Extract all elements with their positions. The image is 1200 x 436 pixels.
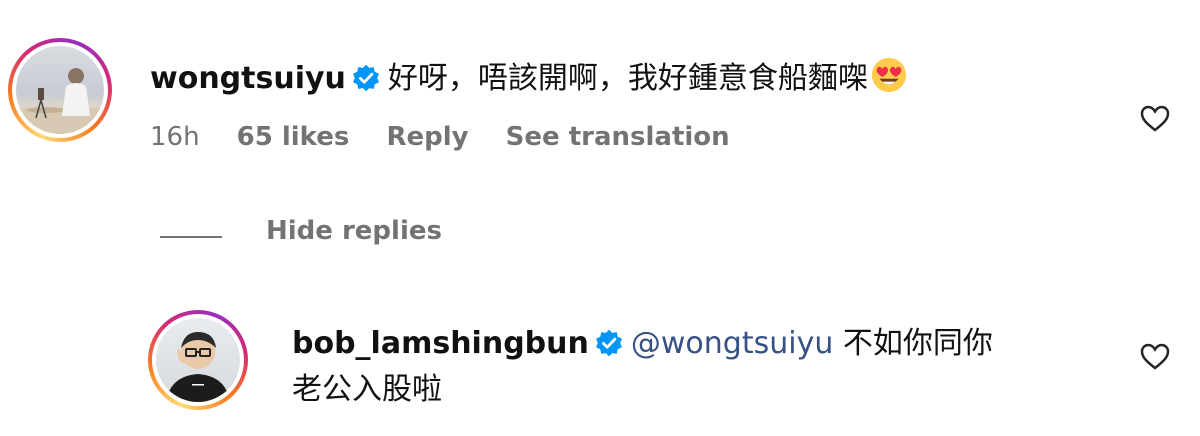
avatar-bob-lamshingbun[interactable] xyxy=(148,310,248,410)
comment-text: 好呀，唔該開啊，我好鍾意食船麵㗎 xyxy=(387,61,868,96)
heart-eyes-emoji-icon xyxy=(871,57,907,93)
reply-like-heart-icon[interactable] xyxy=(1140,342,1170,370)
reply-text-line2: 老公入股啦 xyxy=(292,372,442,407)
see-translation-button[interactable]: See translation xyxy=(506,122,730,152)
comment-username[interactable]: wongtsuiyu xyxy=(150,61,346,96)
comment-line: wongtsuiyu 好呀，唔該開啊，我好鍾意食船麵㗎 xyxy=(150,56,908,99)
reply-mention-link[interactable]: @wongtsuiyu xyxy=(631,326,833,361)
hide-replies-button[interactable]: Hide replies xyxy=(266,216,442,246)
verified-badge-icon xyxy=(595,329,622,357)
avatar-photo xyxy=(16,46,104,134)
comment-time: 16h xyxy=(150,122,200,152)
replies-divider xyxy=(160,236,222,238)
verified-badge-icon xyxy=(352,64,379,92)
reply-line-2: 老公入股啦 xyxy=(292,370,442,410)
reply-text-line1: 不如你同你 xyxy=(842,326,993,361)
comment-likes[interactable]: 65 likes xyxy=(237,122,350,152)
like-heart-icon[interactable] xyxy=(1140,104,1170,132)
comment-meta: 16h 65 likes Reply See translation xyxy=(150,122,758,152)
reply-line-1: bob_lamshingbun @wongtsuiyu 不如你同你 xyxy=(292,324,993,364)
avatar-photo xyxy=(156,318,240,402)
reply-button[interactable]: Reply xyxy=(386,122,468,152)
avatar-wongtsuiyu[interactable] xyxy=(8,38,112,142)
reply-username[interactable]: bob_lamshingbun xyxy=(292,326,589,361)
